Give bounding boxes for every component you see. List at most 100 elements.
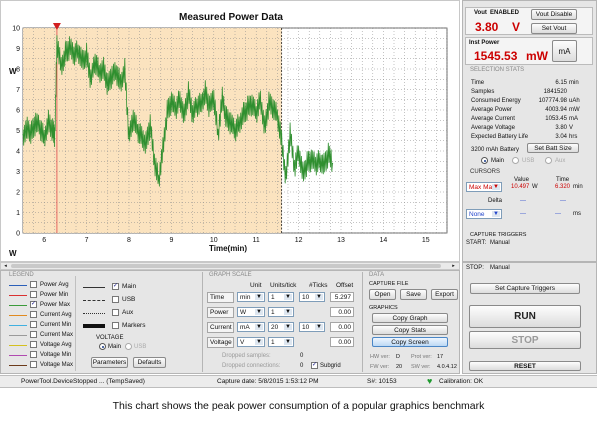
legend-checkbox[interactable] [30,331,37,338]
ma-toggle-button[interactable]: mA [552,40,577,62]
chevron-down-icon: ▼ [284,309,292,315]
data-point [302,170,304,173]
legend-swatch [9,365,27,366]
copy-graph-button[interactable]: Copy Graph [372,313,448,323]
subgrid-checkbox[interactable]: ✓ [311,362,318,369]
legend-swatch [9,285,27,286]
radio-usb-source[interactable] [512,157,519,164]
data-point [132,119,134,121]
scale-unit-select[interactable]: mA ▼ [237,322,265,332]
radio-aux-source[interactable] [545,157,552,164]
data-point [234,131,236,134]
radio-main-label: Main [491,158,505,164]
set-vout-button[interactable]: Set Vout [531,23,577,34]
data-point [196,105,198,107]
stop-button[interactable]: STOP [469,331,581,349]
legend-checkbox[interactable] [30,351,37,358]
scale-ticks-select[interactable]: 10 ▼ [299,322,325,332]
offset-column-header: Offset [336,282,354,289]
legend-checkbox[interactable] [30,361,37,368]
scale-offset-field[interactable]: 0.00 [330,307,354,317]
open-button[interactable]: Open [369,289,396,300]
copy-screen-button[interactable]: Copy Screen [372,337,448,347]
legend-checkbox[interactable] [30,341,37,348]
run-button[interactable]: RUN [469,305,581,328]
y-tick-label: 9 [16,46,20,53]
data-point [94,62,96,64]
data-point [272,109,274,111]
voltage-usb-radio[interactable] [125,343,132,350]
legend-swatch [9,315,27,316]
voltage-usb-label: USB [134,344,147,350]
source-usb-label: USB [122,296,136,303]
capture-triggers-header: CAPTURE TRIGGERS [470,232,527,238]
source-usb-checkbox[interactable] [112,296,119,303]
data-point [52,129,54,132]
legend-checkbox[interactable] [30,321,37,328]
scale-ticks-select[interactable]: 10 ▼ [299,292,325,302]
copy-stats-button[interactable]: Copy Stats [372,325,448,335]
source-aux-checkbox[interactable] [112,309,119,316]
stat-row: Expected Battery Life 3.04 hrs [471,134,581,142]
x-tick-label: 13 [337,237,345,244]
set-batt-size-button[interactable]: Set Batt Size [527,143,579,153]
chevron-down-icon: ▼ [284,339,292,345]
scale-unit-select[interactable]: W ▼ [237,307,265,317]
defaults-button[interactable]: Defaults [133,357,166,368]
export-button[interactable]: Export [431,289,458,300]
vout-disable-button[interactable]: Vout Disable [531,9,577,20]
reset-button[interactable]: RESET [469,361,581,371]
scrollbar-thumb[interactable] [11,264,441,268]
cursor1-time: 6.320 [555,184,571,190]
scale-offset-field[interactable]: 5.297 [330,292,354,302]
scale-axis-name: Current [207,322,234,333]
y-tick-label: 4 [16,149,20,156]
data-point [170,103,172,105]
power-chart[interactable]: 1098765432106 7 8 9 10 11 12 13 14 15 [1,1,461,263]
data-point [22,134,24,136]
data-point [119,80,122,82]
save-button[interactable]: Save [400,289,427,300]
dropped-samples-label: Dropped samples: [222,353,271,359]
source-main-checkbox[interactable]: ✓ [112,283,119,290]
capture-date: Capture date: 5/8/2015 1:53:12 PM [217,378,319,385]
data-header: DATA [369,272,385,278]
radio-main-source[interactable] [481,157,488,164]
legend-checkbox[interactable] [30,311,37,318]
parameters-button[interactable]: Parameters [91,357,128,368]
scale-offset-field[interactable]: 0.00 [330,322,354,332]
stat-label: Samples [471,89,495,95]
chart-scrollbar[interactable]: ◂ ▸ [0,262,460,270]
cursor2-select[interactable]: None ▼ [466,209,502,219]
sw-version-value: 4.0.4.12 [437,364,457,370]
cursor1-select[interactable]: Max Max ▼ [466,182,502,192]
prot-version-value: 17 [437,354,444,360]
data-point [230,123,232,125]
legend-checkbox[interactable]: ✓ [30,301,37,308]
scale-units-per-tick-select[interactable]: 20 ▼ [268,322,294,332]
scroll-right-arrow-icon[interactable]: ▸ [450,263,457,269]
data-point [166,111,168,113]
data-point [145,142,147,144]
markers-checkbox[interactable] [112,322,119,329]
scale-units-per-tick-select[interactable]: 1 ▼ [268,337,294,347]
cursor-delta-label: Delta [488,198,503,204]
subgrid-label: Subgrid [320,363,341,369]
legend-checkbox[interactable] [30,291,37,298]
scroll-left-arrow-icon[interactable]: ◂ [2,263,9,269]
scale-unit-select[interactable]: min ▼ [237,292,265,302]
scale-units-per-tick-select[interactable]: 1 ▼ [268,307,294,317]
scale-unit-select[interactable]: V ▼ [237,337,265,347]
y-tick-label: 0 [16,231,20,238]
voltage-main-radio[interactable] [99,343,106,350]
data-point [86,54,88,56]
inst-power-label: Inst Power [469,40,500,46]
data-point [327,154,329,156]
scale-units-per-tick-select[interactable]: 1 ▼ [268,292,294,302]
legend-checkbox[interactable] [30,281,37,288]
scale-units-per-tick-select-value: 1 [271,338,275,346]
data-point [225,117,228,119]
scale-offset-field[interactable]: 0.00 [330,337,354,347]
set-capture-triggers-button[interactable]: Set Capture Triggers [470,283,580,294]
stat-value: 107774.98 [538,98,567,104]
